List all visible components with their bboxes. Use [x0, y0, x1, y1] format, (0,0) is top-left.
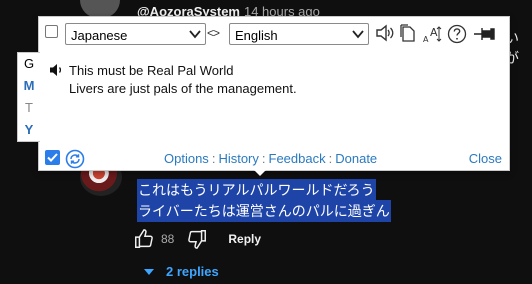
tab-microsoft[interactable]: M	[18, 75, 40, 97]
history-link[interactable]: History	[218, 151, 258, 166]
translator-tabs: G M T Y	[17, 52, 40, 142]
replies-label: 2 replies	[166, 264, 219, 279]
swap-languages-button[interactable]: <>	[207, 26, 220, 40]
chevron-down-icon	[352, 30, 364, 39]
translation-line-1: This must be Real Pal World	[69, 63, 234, 78]
link-separator: :	[328, 151, 333, 166]
tab-translator[interactable]: T	[18, 97, 40, 119]
footer-links: Options: History: Feedback: Donate	[164, 151, 377, 166]
link-separator: :	[261, 151, 266, 166]
options-link[interactable]: Options	[164, 151, 209, 166]
donate-link[interactable]: Donate	[335, 151, 377, 166]
speaker-icon[interactable]	[49, 63, 65, 77]
target-language-value: English	[235, 28, 278, 43]
font-size-icon[interactable]: AA	[422, 24, 442, 44]
svg-text:A: A	[423, 35, 429, 44]
translator-footer: Options: History: Feedback: Donate Close	[39, 148, 509, 170]
link-separator: :	[211, 151, 216, 166]
pin-icon[interactable]	[473, 24, 497, 44]
like-icon[interactable]	[133, 228, 155, 250]
help-icon[interactable]	[447, 24, 467, 44]
reply-button[interactable]: Reply	[228, 232, 261, 246]
source-language-select[interactable]: Japanese	[65, 23, 206, 45]
comment-text-line-1: これはもうリアルパルワールドだろう	[137, 179, 376, 201]
feedback-link[interactable]: Feedback	[269, 151, 326, 166]
popup-pointer	[252, 168, 268, 176]
close-button[interactable]: Close	[469, 151, 502, 166]
comment-actions: 88 Reply	[133, 228, 261, 250]
translation-line-2: Livers are just pals of the management.	[69, 81, 297, 96]
tab-google[interactable]: G	[18, 53, 40, 75]
tab-yandex[interactable]: Y	[18, 119, 40, 141]
translation-result: This must be Real Pal World Livers are j…	[49, 62, 297, 98]
speaker-icon[interactable]	[375, 24, 395, 42]
chevron-down-icon	[189, 30, 201, 39]
translator-toolbar: Japanese <> English AA	[39, 17, 509, 49]
lock-checkbox[interactable]	[45, 25, 58, 38]
checkmark-icon	[47, 153, 58, 162]
svg-text:A: A	[430, 26, 438, 39]
dislike-icon[interactable]	[186, 228, 208, 250]
copy-icon[interactable]	[399, 24, 417, 42]
translator-popup: Japanese <> English AA G M T Y This must…	[17, 16, 510, 171]
target-language-select[interactable]: English	[229, 23, 369, 45]
view-replies-button[interactable]: 2 replies	[144, 264, 219, 279]
refresh-icon[interactable]	[65, 149, 85, 169]
source-language-value: Japanese	[71, 28, 128, 43]
enable-checkbox[interactable]	[45, 150, 60, 165]
chevron-down-icon	[144, 268, 154, 275]
like-count: 88	[161, 232, 175, 246]
comment-text-line-2: ライバーたちは運営さんのパルに過ぎん	[137, 200, 391, 222]
